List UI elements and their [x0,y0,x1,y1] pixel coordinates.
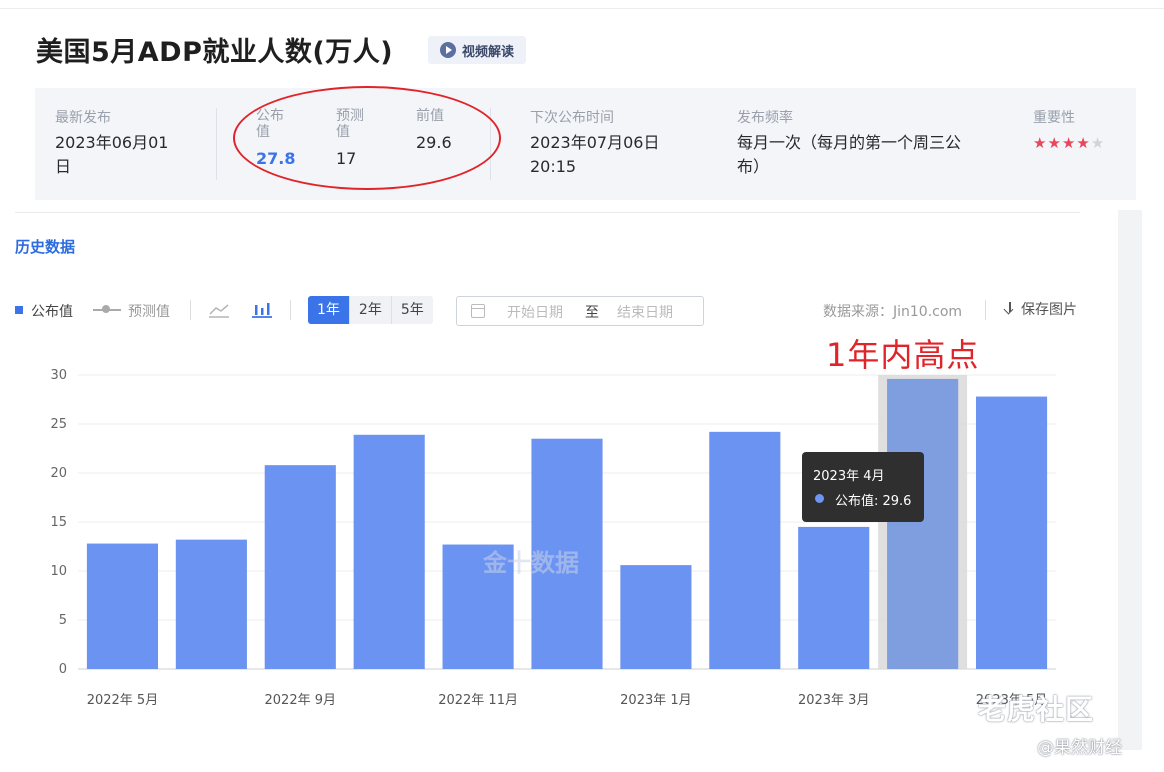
x-tick-label: 2022年 11月 [438,693,518,708]
legend-forecast[interactable]: 预测值 [128,301,170,321]
x-tick-label: 2022年 9月 [265,693,337,708]
save-image-button[interactable]: 保存图片 [1003,299,1077,319]
star-filled-icon: ★ [1047,134,1062,152]
bar[interactable] [798,526,870,669]
top-border [0,8,1164,9]
bar[interactable] [175,539,247,669]
x-tick-label: 2023年 3月 [798,693,870,708]
frequency-value-line2: 布） [737,157,770,176]
bar-chart: 0 5 10 15 20 25 30 2022年 5月 2022年 9月 2022年 11月 202… [50,368,1056,708]
range-2y-button[interactable]: 2年 [348,296,391,324]
y-tick-label: 30 [50,368,67,383]
page-title: 美国5月ADP就业人数(万人) [36,37,394,68]
y-tick-label: 25 [50,417,67,432]
scrollbar-track[interactable] [1118,210,1142,750]
star-filled-icon: ★ [1076,134,1091,152]
chart-tooltip: 2023年 4月 公布值: 29.6 [802,452,924,522]
range-1y-button[interactable]: 1年 [308,296,349,324]
date-range-picker[interactable]: 开始日期 至 结束日期 [456,296,704,326]
next-release-value-line1: 2023年07月06日 [530,133,660,152]
bar-chart-icon[interactable] [251,301,273,319]
next-release-label: 下次公布时间 [530,110,614,126]
bar[interactable] [264,465,336,669]
toolbar-separator [290,300,291,320]
y-tick-label: 0 [59,662,67,677]
chart-toolbar: 公布值 预测值 1年 2年 5年 开始日期 至 结束日期 数据来源：Jin10.… [0,296,1164,326]
start-date-input[interactable]: 开始日期 [507,302,563,322]
toolbar-separator [985,300,986,320]
bar[interactable] [620,565,692,669]
end-date-input[interactable]: 结束日期 [617,302,673,322]
data-source: 数据来源：Jin10.com [823,304,963,320]
x-tick-label: 2023年 1月 [620,693,692,708]
latest-release-value-line2: 日 [55,157,72,176]
play-icon [439,42,456,58]
bar[interactable] [709,431,781,669]
tiger-community-watermark: 老虎社区 [978,693,1095,726]
author-credit-watermark: @果然财经 [1037,738,1122,758]
legend-published-marker[interactable] [15,306,23,314]
frequency-label: 发布频率 [737,110,793,126]
y-tick-label: 15 [50,515,67,530]
download-icon [1003,301,1017,317]
legend-forecast-marker [102,305,110,313]
divider [216,108,217,180]
bar[interactable] [353,434,425,669]
tooltip-value: 公布值: 29.6 [835,494,912,509]
video-explain-button[interactable]: 视频解读 [428,36,526,64]
bar[interactable] [975,396,1048,669]
calendar-icon [471,304,485,318]
latest-release-label: 最新发布 [55,110,111,126]
bar[interactable] [887,378,959,669]
save-image-label: 保存图片 [1021,302,1077,318]
indicator-info-panel: 最新发布 2023年06月01 日 公布 值 27.8 预测 值 17 前值 2… [35,88,1136,200]
line-chart-icon[interactable] [208,302,230,318]
star-filled-icon: ★ [1033,134,1048,152]
importance-label: 重要性 [1033,110,1075,126]
tooltip-series-marker [815,494,824,503]
y-tick-label: 5 [59,613,67,628]
video-explain-label: 视频解读 [461,44,514,60]
jin10-watermark: 金十数据 [483,549,579,577]
range-5y-button[interactable]: 5年 [390,296,433,324]
legend-published[interactable]: 公布值 [31,301,73,321]
star-empty-icon: ★ [1090,134,1106,152]
toolbar-separator [190,300,191,320]
x-tick-label: 2022年 5月 [87,693,159,708]
star-filled-icon: ★ [1061,134,1077,152]
date-range-separator: 至 [585,305,599,321]
importance-stars: ★★★★★ [1033,134,1105,152]
section-divider [15,212,1080,213]
tooltip-title: 2023年 4月 [813,469,885,484]
annotation-circle [233,86,501,190]
next-release-value-line2: 20:15 [530,157,577,176]
history-section-title: 历史数据 [15,238,76,256]
range-selector: 1年 2年 5年 [308,296,433,324]
latest-release-value-line1: 2023年06月01 [55,133,169,152]
y-tick-label: 10 [50,564,67,579]
bar[interactable] [86,543,159,669]
y-tick-label: 20 [50,466,67,481]
frequency-value-line1: 每月一次（每月的第一个周三公 [737,133,962,152]
